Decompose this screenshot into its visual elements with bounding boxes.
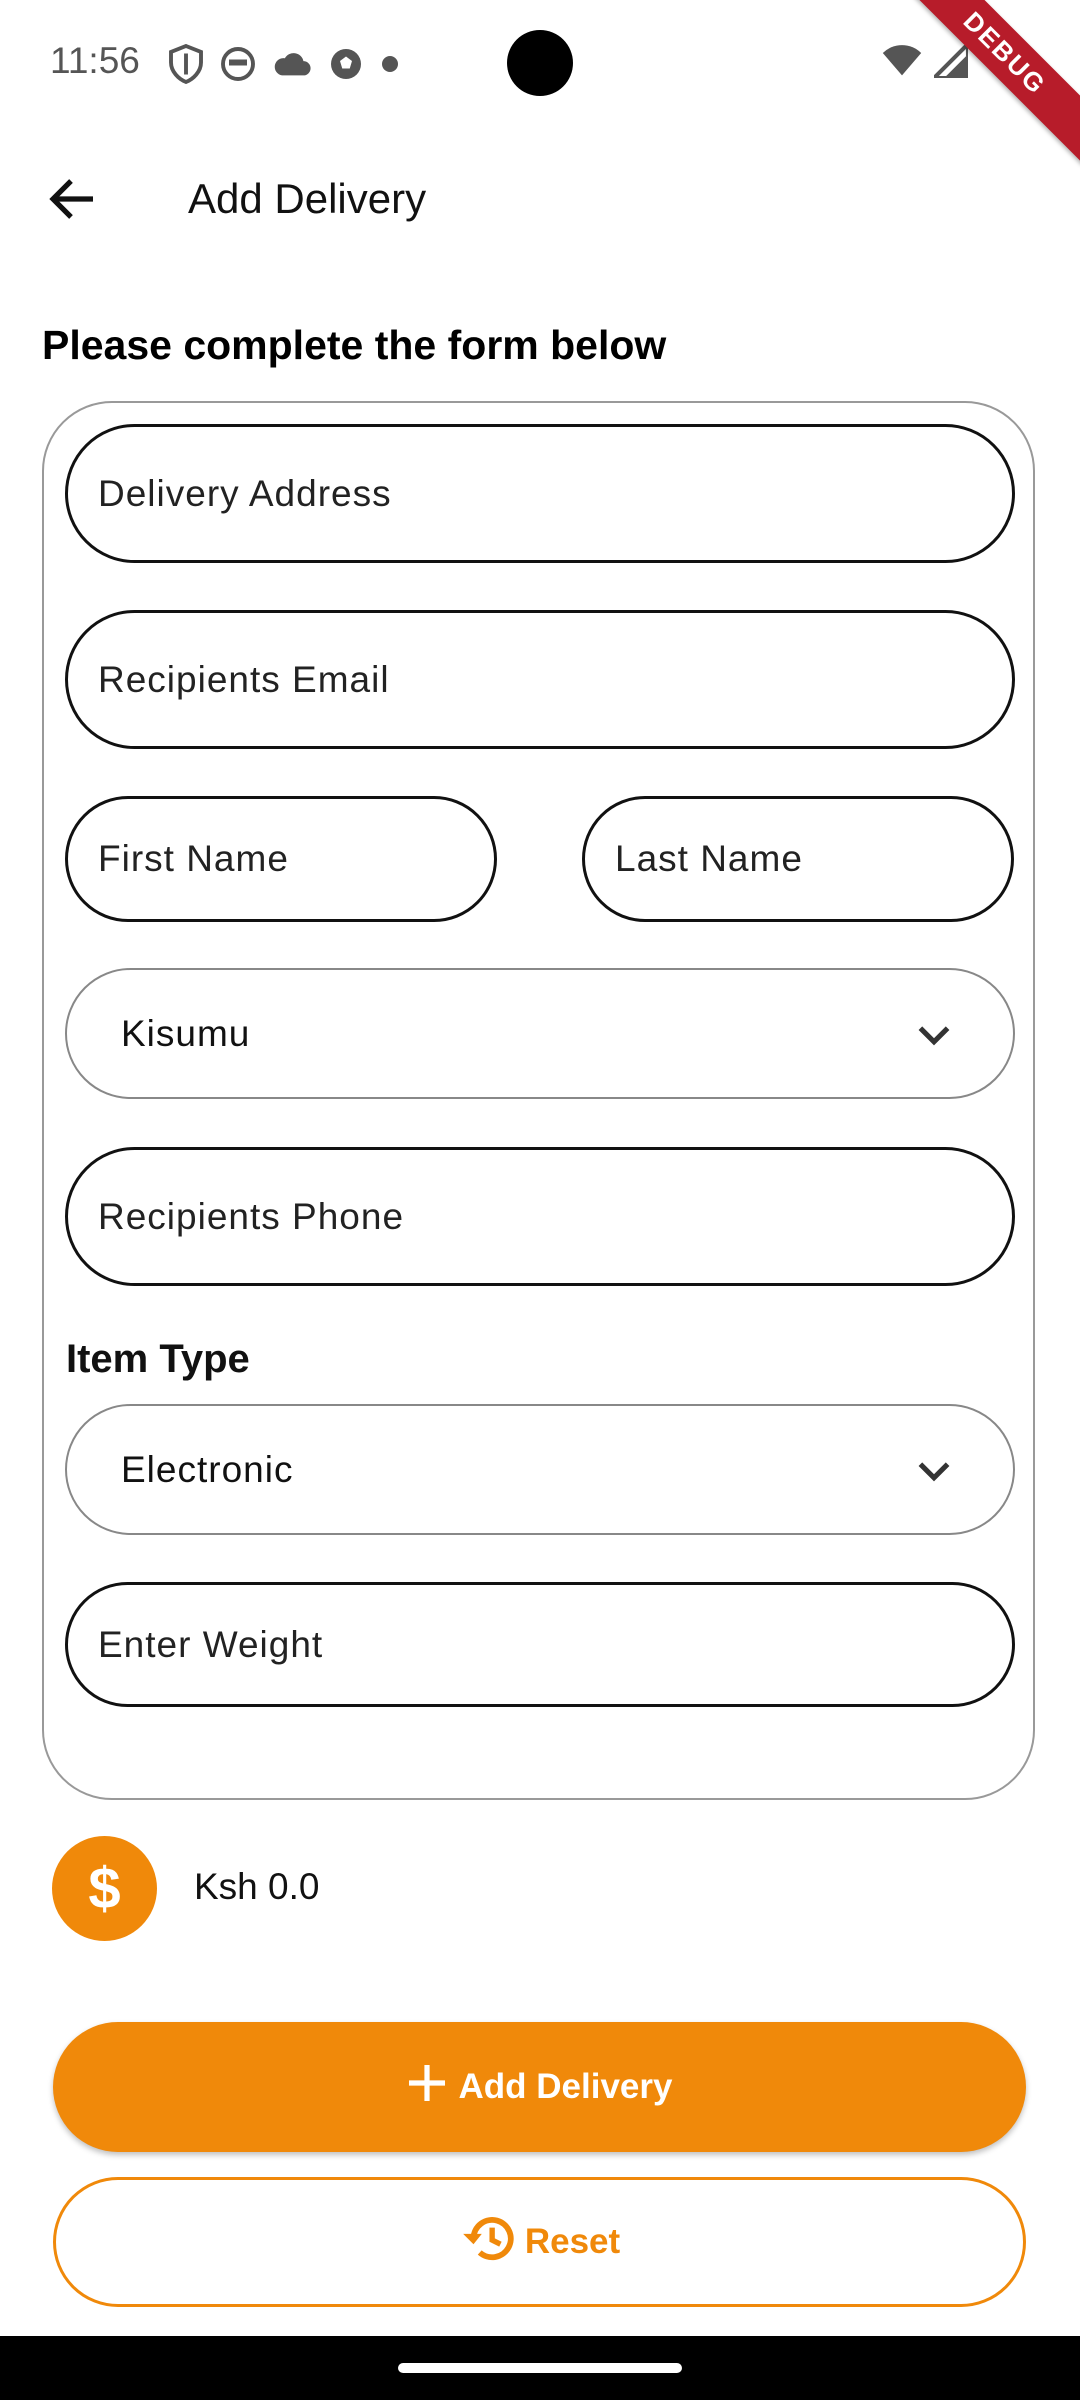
shield-icon [168,44,204,84]
form-heading: Please complete the form below [42,322,667,368]
recipients-email-input[interactable]: Recipients Email [65,610,1015,749]
reset-label: Reset [524,2222,621,2261]
recipients-phone-input[interactable]: Recipients Phone [65,1147,1015,1286]
item-type-select-value: Electronic [121,1448,294,1490]
face-icon [220,46,256,82]
currency-symbol: $ [88,1856,121,1921]
add-delivery-button[interactable]: Add Delivery [53,2022,1026,2152]
home-gesture-handle[interactable] [398,2363,682,2373]
plus-icon [407,2063,447,2112]
delivery-address-placeholder: Delivery Address [98,472,392,514]
first-name-input[interactable]: First Name [65,796,497,922]
price-amount: Ksh 0.0 [194,1866,320,1907]
dollar-icon: $ [52,1836,157,1941]
wifi-icon [882,45,922,82]
camera-cutout [507,30,573,96]
cloud-icon [272,50,312,78]
first-name-placeholder: First Name [98,838,289,879]
status-time: 11:56 [50,40,140,81]
chevron-down-icon [917,1013,951,1055]
recipients-phone-placeholder: Recipients Phone [98,1195,405,1237]
weight-input[interactable]: Enter Weight [65,1582,1015,1707]
page-title: Add Delivery [188,175,427,222]
add-delivery-label: Add Delivery [458,2067,673,2106]
chevron-down-icon [917,1449,951,1491]
last-name-input[interactable]: Last Name [582,796,1014,922]
city-select-value: Kisumu [121,1012,251,1054]
last-name-placeholder: Last Name [615,838,803,879]
history-icon [459,2213,517,2272]
status-notification-icons [168,44,400,84]
item-type-label: Item Type [66,1337,250,1381]
arrow-left-icon [49,177,97,226]
delivery-address-input[interactable]: Delivery Address [65,424,1015,563]
weight-placeholder: Enter Weight [98,1623,324,1665]
city-select[interactable]: Kisumu [65,968,1015,1099]
status-system-icons [882,39,971,83]
back-button[interactable] [40,168,106,234]
dot-icon [380,54,400,74]
soccer-ball-icon [328,46,364,82]
signal-icon [929,39,971,83]
reset-button[interactable]: Reset [53,2177,1026,2307]
item-type-select[interactable]: Electronic [65,1404,1015,1535]
recipients-email-placeholder: Recipients Email [98,658,390,700]
